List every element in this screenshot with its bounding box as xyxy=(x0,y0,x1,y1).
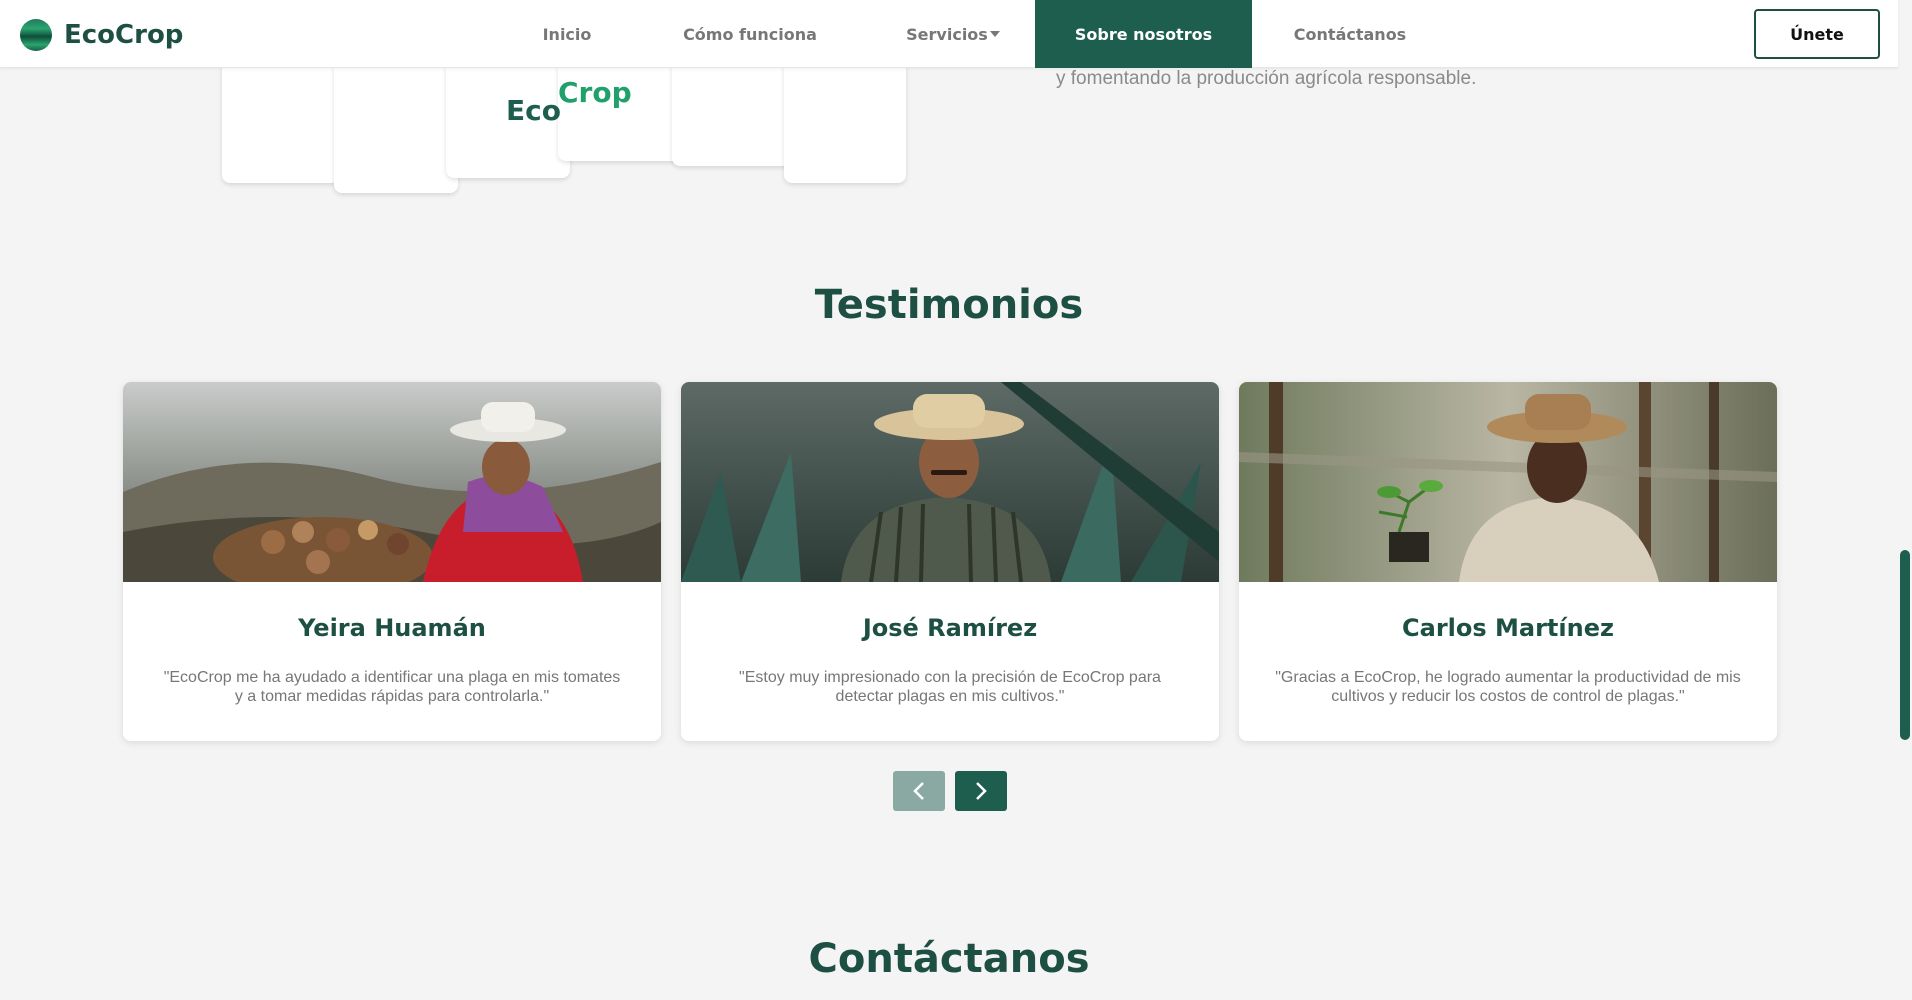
chevron-right-icon xyxy=(976,782,987,800)
testimonial-name: Carlos Martínez xyxy=(1402,614,1614,642)
about-tile xyxy=(558,58,682,161)
carousel-prev-button[interactable] xyxy=(893,771,945,811)
testimonial-photo xyxy=(123,382,661,582)
testimonial-card: Yeira Huamán "EcoCrop me ha ayudado a id… xyxy=(123,382,661,741)
brand[interactable]: EcoCrop xyxy=(20,18,183,52)
about-description-tail: y fomentando la producción agrícola resp… xyxy=(1056,68,1477,89)
testimonials-title: Testimonios xyxy=(814,282,1084,328)
ecocrop-logo-icon xyxy=(20,19,52,51)
testimonial-quote: "Gracias a EcoCrop, he logrado aumentar … xyxy=(1275,669,1741,705)
scrollbar-track[interactable] xyxy=(1898,0,1912,1000)
top-navbar: EcoCrop Inicio Cómo funciona Servicios S… xyxy=(0,0,1898,68)
carousel-next-button[interactable] xyxy=(955,771,1007,811)
about-tile xyxy=(334,58,458,193)
testimonial-card: Carlos Martínez "Gracias a EcoCrop, he l… xyxy=(1239,382,1777,741)
nav-item-servicios-label: Servicios xyxy=(906,24,988,44)
brand-name: EcoCrop xyxy=(64,20,184,50)
logo-crop-text: Crop xyxy=(558,76,632,109)
nav-item-sobre-nosotros[interactable]: Sobre nosotros xyxy=(1035,0,1252,68)
testimonial-card: José Ramírez "Estoy muy impresionado con… xyxy=(681,382,1219,741)
nav-item-contactanos[interactable]: Contáctanos xyxy=(1252,0,1448,68)
about-tile xyxy=(672,58,796,166)
testimonial-quote: "Estoy muy impresionado con la precisión… xyxy=(739,669,1161,705)
nav-links: Inicio Cómo funciona Servicios Sobre nos… xyxy=(505,0,1448,68)
testimonial-photo xyxy=(681,382,1219,582)
testimonial-name: José Ramírez xyxy=(862,614,1038,642)
logo-eco-text: Eco xyxy=(506,94,561,127)
about-tile xyxy=(222,58,348,183)
scrollbar-thumb[interactable] xyxy=(1900,550,1910,740)
caret-down-icon xyxy=(989,31,1000,37)
join-button[interactable]: Únete xyxy=(1754,9,1880,59)
testimonial-name: Yeira Huamán xyxy=(298,614,486,642)
nav-item-inicio[interactable]: Inicio xyxy=(505,0,629,68)
chevron-left-icon xyxy=(913,782,924,800)
about-tile xyxy=(784,58,906,183)
contact-title: Contáctanos xyxy=(808,936,1090,982)
nav-item-como-funciona[interactable]: Cómo funciona xyxy=(629,0,871,68)
testimonial-photo xyxy=(1239,382,1777,582)
nav-item-servicios[interactable]: Servicios xyxy=(871,0,1035,68)
testimonial-quote: "EcoCrop me ha ayudado a identificar una… xyxy=(163,669,621,705)
